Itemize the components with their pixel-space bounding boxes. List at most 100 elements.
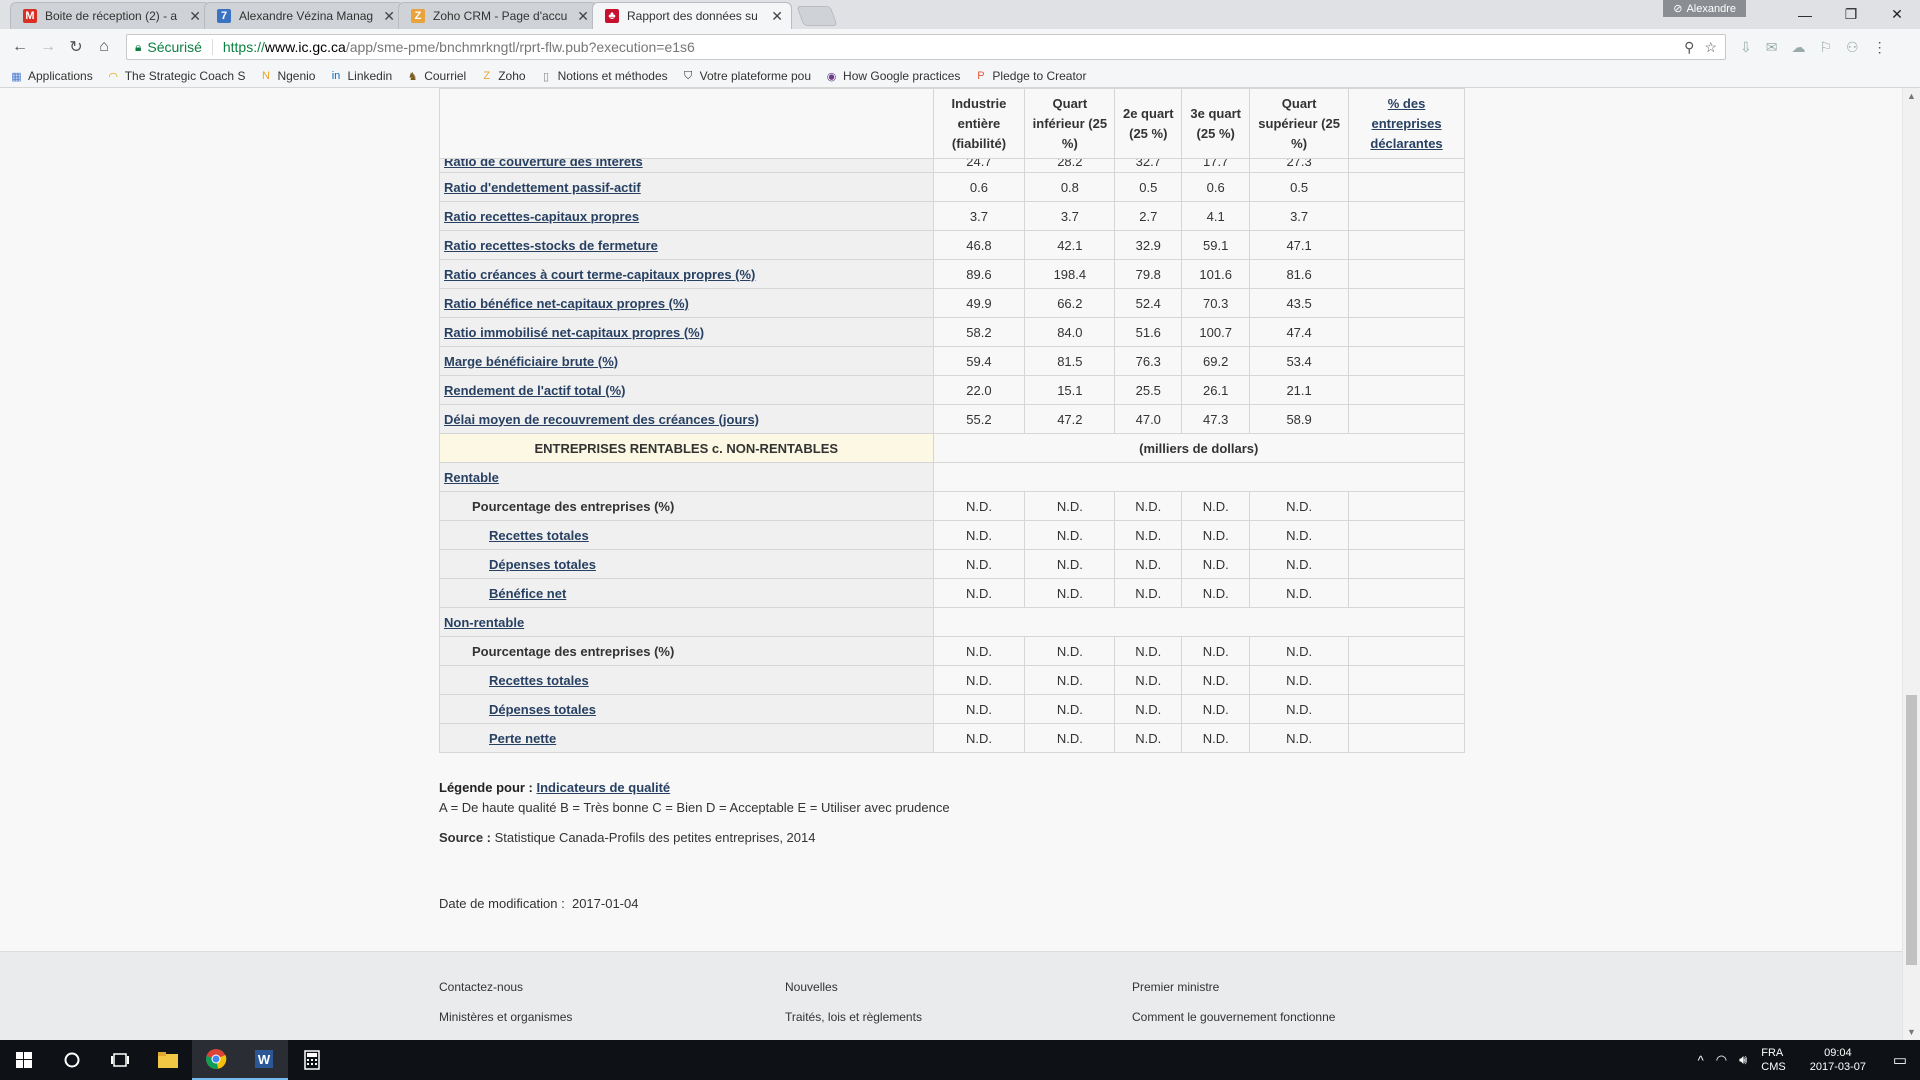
cloud-extension-icon[interactable]: ☁ — [1791, 39, 1805, 56]
profile-badge[interactable]: ⊘ Alexandre — [1663, 0, 1746, 17]
scrollbar-thumb[interactable] — [1906, 695, 1917, 965]
new-tab-button[interactable] — [796, 6, 838, 26]
input-language[interactable]: FRA CMS — [1761, 1046, 1785, 1074]
person-extension-icon[interactable]: ⚇ — [1846, 39, 1859, 56]
address-bar[interactable]: 🔒︎ Sécurisé https://www.ic.gc.ca/app/sme… — [126, 34, 1726, 60]
word-taskbar-icon[interactable]: W — [240, 1040, 288, 1080]
row-label-link[interactable]: Recettes totales — [489, 528, 589, 543]
home-icon[interactable]: ⌂ — [90, 33, 118, 61]
footer-link-treaties[interactable]: Traités, lois et règlements — [785, 1010, 922, 1024]
svg-text:W: W — [258, 1052, 271, 1067]
task-view-icon[interactable] — [96, 1040, 144, 1080]
minimize-icon[interactable]: — — [1782, 0, 1828, 29]
footer-link-news[interactable]: Nouvelles — [785, 980, 838, 994]
tab-close-icon[interactable]: ✕ — [383, 8, 395, 25]
reload-icon[interactable]: ↻ — [62, 33, 90, 61]
cortana-search-icon[interactable] — [48, 1040, 96, 1080]
group-title-link[interactable]: Rentable — [444, 470, 499, 485]
value-cell: N.D. — [932, 636, 1026, 666]
value-cell: N.D. — [1249, 520, 1350, 550]
value-cell: 51.6 — [1114, 317, 1183, 347]
pct-reporting-cell — [1348, 375, 1465, 405]
taskbar-clock[interactable]: 09:04 2017-03-07 — [1810, 1046, 1866, 1074]
forward-arrow-icon[interactable]: → — [34, 33, 62, 61]
restore-icon[interactable]: ❐ — [1828, 0, 1874, 29]
tab-close-icon[interactable]: ✕ — [577, 8, 589, 25]
menu-kebab-icon[interactable]: ⋮ — [1873, 39, 1887, 56]
bookmark-star-icon[interactable]: ☆ — [1704, 39, 1717, 56]
action-center-icon[interactable]: ▭ — [1880, 1051, 1920, 1069]
browser-tab[interactable]: ♣ Rapport des données su ✕ — [592, 2, 792, 29]
secure-indicator[interactable]: 🔒︎ Sécurisé — [135, 39, 213, 55]
back-arrow-icon[interactable]: ← — [6, 33, 34, 61]
bookmark-item[interactable]: ▯ Notions et méthodes — [540, 69, 668, 83]
row-label-link[interactable]: Marge bénéficiaire brute (%) — [444, 354, 618, 369]
windows-start-icon[interactable] — [0, 1040, 48, 1080]
value-cell: 3.7 — [932, 201, 1026, 231]
row-label: Ratio d'endettement passif-actif — [439, 172, 934, 202]
scroll-up-icon[interactable]: ▲ — [1903, 88, 1920, 104]
browser-tab[interactable]: M Boite de réception (2) - a ✕ — [10, 2, 210, 29]
pledge-icon: P — [977, 70, 985, 82]
bookmark-item[interactable]: Z Zoho — [480, 69, 525, 83]
bookmark-item[interactable]: N Ngenio — [259, 69, 316, 83]
row-label-link[interactable]: Bénéfice net — [489, 586, 566, 601]
row-label-link[interactable]: Ratio créances à court terme-capitaux pr… — [444, 267, 755, 282]
row-label-link[interactable]: Ratio recettes-stocks de fermeture — [444, 238, 658, 253]
page-scrollbar[interactable]: ▲ ▼ — [1902, 88, 1920, 1040]
url-text[interactable]: https://www.ic.gc.ca/app/sme-pme/bnchmrk… — [223, 39, 1684, 55]
row-label-link[interactable]: Recettes totales — [489, 673, 589, 688]
browser-toolbar: ← → ↻ ⌂ 🔒︎ Sécurisé https://www.ic.gc.ca… — [0, 29, 1920, 65]
close-window-icon[interactable]: ✕ — [1874, 0, 1920, 29]
row-label-link[interactable]: Dépenses totales — [489, 702, 596, 717]
column-header-link[interactable]: % des entreprises déclarantes — [1370, 96, 1442, 151]
row-label-link[interactable]: Ratio immobilisé net-capitaux propres (%… — [444, 325, 704, 340]
bookmark-item[interactable]: ⛉ Votre plateforme pou — [682, 69, 811, 83]
row-label-link[interactable]: Dépenses totales — [489, 557, 596, 572]
file-explorer-icon[interactable] — [144, 1040, 192, 1080]
calculator-icon[interactable] — [288, 1040, 336, 1080]
save-extension-icon[interactable]: ⇩ — [1740, 39, 1752, 56]
column-header[interactable]: % des entreprises déclarantes — [1348, 88, 1465, 159]
tab-close-icon[interactable]: ✕ — [189, 8, 201, 25]
zoom-search-icon[interactable]: ⚲ — [1684, 39, 1694, 56]
browser-tab[interactable]: Z Zoho CRM - Page d'accu ✕ — [398, 2, 598, 29]
bookmark-item[interactable]: ▦ Applications — [10, 69, 92, 83]
footer-link-departments[interactable]: Ministères et organismes — [439, 1010, 572, 1024]
date-modified: Date de modification : 2017-01-04 — [439, 896, 638, 911]
row-label-link[interactable]: Délai moyen de recouvrement des créances… — [444, 412, 759, 427]
row-label-link[interactable]: Ratio de couverture des intérêts — [444, 160, 643, 170]
bell-extension-icon[interactable]: ⚐ — [1819, 39, 1832, 56]
tab-close-icon[interactable]: ✕ — [771, 8, 783, 25]
tab-title: Boite de réception (2) - a — [45, 9, 178, 23]
bookmark-item[interactable]: P Pledge to Creator — [974, 69, 1086, 83]
column-header: Quart supérieur (25 %) — [1249, 88, 1350, 159]
mail-extension-icon[interactable]: ✉ — [1766, 39, 1778, 56]
footer-link-how-government-works[interactable]: Comment le gouvernement fonctionne — [1132, 1010, 1335, 1024]
row-label-link[interactable]: Perte nette — [489, 731, 556, 746]
bookmark-item[interactable]: ◉ How Google practices — [825, 69, 961, 83]
tray-chevron-icon[interactable]: ^ — [1698, 1053, 1704, 1068]
row-label-link[interactable]: Ratio bénéfice net-capitaux propres (%) — [444, 296, 689, 311]
group-title-link[interactable]: Non-rentable — [444, 615, 524, 630]
footer-link-contact[interactable]: Contactez-nous — [439, 980, 523, 994]
value-cell: N.D. — [932, 578, 1026, 608]
table-row: Marge bénéficiaire brute (%) 59.4 81.5 76.3… — [439, 346, 1465, 376]
row-label-link[interactable]: Ratio d'endettement passif-actif — [444, 180, 641, 195]
bookmark-item[interactable]: in Linkedin — [329, 69, 392, 83]
bookmark-item[interactable]: ♞ Courriel — [406, 69, 466, 83]
quality-indicators-link[interactable]: Indicateurs de qualité — [537, 780, 671, 795]
bookmark-item[interactable]: ◠ The Strategic Coach S — [107, 69, 245, 83]
volume-icon[interactable]: 🔊︎ — [1739, 1052, 1747, 1068]
wifi-icon[interactable]: ◠ — [1716, 1052, 1727, 1068]
row-label-link[interactable]: Ratio recettes-capitaux propres — [444, 209, 639, 224]
browser-tab[interactable]: 7 Alexandre Vézina Manag ✕ — [204, 2, 404, 29]
table-row: Ratio immobilisé net-capitaux propres (%… — [439, 317, 1465, 347]
footer-link-prime-minister[interactable]: Premier ministre — [1132, 980, 1219, 994]
value-cell: N.D. — [1114, 578, 1183, 608]
chrome-taskbar-icon[interactable] — [192, 1040, 240, 1080]
scroll-down-icon[interactable]: ▼ — [1903, 1024, 1920, 1040]
section-title: ENTREPRISES RENTABLES c. NON-RENTABLES — [439, 433, 934, 463]
row-label-link[interactable]: Rendement de l'actif total (%) — [444, 383, 626, 398]
value-cell: 100.7 — [1181, 317, 1251, 347]
